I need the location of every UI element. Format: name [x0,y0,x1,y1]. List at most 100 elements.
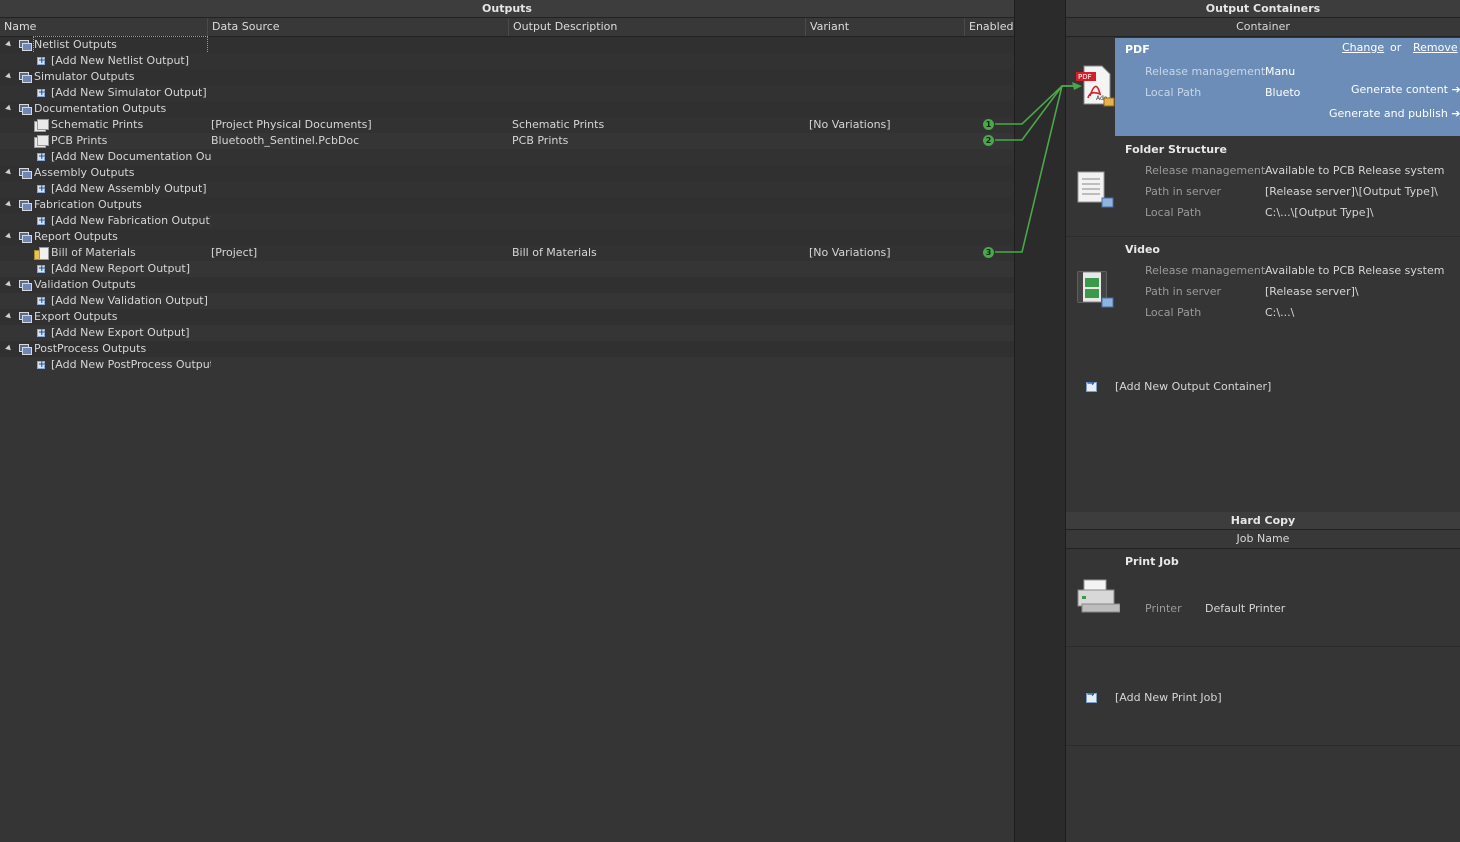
add-print-job-button[interactable]: [Add New Print Job] [1066,690,1460,707]
output-group-icon [19,40,32,51]
expand-triangle-icon[interactable] [5,40,13,49]
enabled-marker[interactable]: 2 [983,135,994,146]
output-item-row[interactable]: Bill of Materials [Project] Bill of Materi… [0,245,1014,261]
video-server-value: [Release server]\ [1265,285,1359,298]
add-output-row[interactable]: [Add New Report Output] [0,261,1014,277]
output-variant: [No Variations] [809,246,891,259]
add-output-icon [37,53,46,69]
expand-triangle-icon[interactable] [5,104,13,113]
output-group-icon [19,312,32,323]
add-output-row[interactable]: [Add New Assembly Output] [0,181,1014,197]
add-output-icon [37,85,46,101]
change-link[interactable]: Change [1342,41,1384,54]
add-print-job-label: [Add New Print Job] [1115,691,1222,704]
video-server-label: Path in server [1145,285,1222,298]
tree-group-row[interactable]: Validation Outputs [0,277,1014,293]
add-output-icon [37,181,46,197]
folder-structure-title: Folder Structure [1125,143,1227,156]
generate-and-publish-button[interactable]: Generate and publish ➔ [1329,107,1460,120]
add-output-row[interactable]: [Add New Validation Output] [0,293,1014,309]
add-output-row[interactable]: [Add New Export Output] [0,325,1014,341]
add-arrow-icon [1086,379,1097,392]
video-container[interactable]: Video Release management Available to PC… [1066,236,1460,336]
bill-of-materials-icon [34,247,49,260]
pdf-release-label: Release management [1145,65,1266,78]
expand-triangle-icon[interactable] [5,280,13,289]
expand-triangle-icon[interactable] [5,312,13,321]
output-data-source: Bluetooth_Sentinel.PcbDoc [211,134,360,147]
add-output-container-button[interactable]: [Add New Output Container] [1066,379,1460,396]
output-item-row[interactable]: PCB Prints Bluetooth_Sentinel.PcbDoc PCB P… [0,133,1014,149]
add-arrow-icon [1086,690,1097,703]
generate-content-button[interactable]: Generate content ➔ [1351,83,1460,96]
output-description: Schematic Prints [512,118,605,131]
add-output-row[interactable]: [Add New PostProcess Output] [0,357,1014,373]
add-output-row[interactable]: [Add New Netlist Output] [0,53,1014,69]
group-name: Assembly Outputs [34,166,135,179]
add-output-row[interactable]: [Add New Simulator Output] [0,85,1014,101]
col-data-source[interactable]: Data Source [207,18,508,36]
folder-structure-icon [1076,170,1114,208]
tree-group-row[interactable]: Netlist Outputs [0,36,1014,54]
pdf-local-label: Local Path [1145,86,1202,99]
group-name: Fabrication Outputs [34,198,142,211]
pdf-icon: PDF Ado [1076,64,1115,107]
folder-release-label: Release management [1145,164,1266,177]
group-name: Report Outputs [34,230,118,243]
group-name: Validation Outputs [34,278,136,291]
add-output-label: [Add New Simulator Output] [51,86,207,99]
pdf-local-value: Blueto [1265,86,1301,99]
tree-group-row[interactable]: Simulator Outputs [0,69,1014,85]
group-name: Export Outputs [34,310,118,323]
enabled-marker[interactable]: 1 [983,119,994,130]
printer-value[interactable]: Default Printer [1205,602,1285,615]
col-output-description[interactable]: Output Description [508,18,805,36]
enabled-marker[interactable]: 3 [983,247,994,258]
remove-link[interactable]: Remove [1413,41,1458,54]
expand-triangle-icon[interactable] [5,168,13,177]
print-job-title: Print Job [1125,555,1179,568]
outputs-column-header: Name Data Source Output Description Vari… [0,18,1014,37]
output-group-icon [19,72,32,83]
output-group-icon [19,232,32,243]
video-icon [1076,270,1114,308]
job-name-column-header: Job Name [1066,530,1460,549]
tree-group-row[interactable]: Documentation Outputs [0,101,1014,117]
output-group-icon [19,168,32,179]
pdf-release-value: Manu [1265,65,1296,78]
add-output-icon [37,293,46,309]
folder-structure-container[interactable]: Folder Structure Release management Avai… [1066,136,1460,236]
tree-group-row[interactable]: Export Outputs [0,309,1014,325]
tree-group-row[interactable]: Assembly Outputs [0,165,1014,181]
expand-triangle-icon[interactable] [5,232,13,241]
hard-copy-title: Hard Copy [1066,512,1460,530]
video-local-label: Local Path [1145,306,1202,319]
output-containers-panel: Output Containers Container PDF Ado PDF … [1065,0,1460,512]
tree-group-row[interactable]: Fabrication Outputs [0,197,1014,213]
output-group-icon [19,280,32,291]
pdf-title: PDF [1125,43,1150,56]
print-job-container[interactable]: Print Job Printer Default Printer [1066,548,1460,646]
folder-server-value: [Release server]\[Output Type]\ [1265,185,1438,198]
output-data-source: [Project] [211,246,258,259]
tree-group-row[interactable]: PostProcess Outputs [0,341,1014,357]
expand-triangle-icon[interactable] [5,200,13,209]
expand-triangle-icon[interactable] [5,72,13,81]
printer-icon [1076,578,1121,616]
add-output-row[interactable]: [Add New Fabrication Output] [0,213,1014,229]
expand-triangle-icon[interactable] [5,344,13,353]
add-output-row[interactable]: [Add New Documentation Out [0,149,1014,165]
add-output-icon [37,357,46,373]
job-bottom-separator [1066,745,1460,746]
add-output-label: [Add New PostProcess Output] [51,358,211,371]
col-name[interactable]: Name [0,18,207,36]
col-variant[interactable]: Variant [805,18,964,36]
output-description: Bill of Materials [512,246,597,259]
output-item-row[interactable]: Schematic Prints [Project Physical Docume… [0,117,1014,133]
col-enabled[interactable]: Enabled [964,18,1014,36]
hard-copy-panel: Hard Copy Job Name Print Job Printer Def… [1065,512,1460,842]
video-local-value: C:\...\ [1265,306,1295,319]
tree-group-row[interactable]: Report Outputs [0,229,1014,245]
pdf-container[interactable]: PDF Ado PDF Change or Remove Release man… [1066,38,1460,136]
job-separator [1066,646,1460,647]
